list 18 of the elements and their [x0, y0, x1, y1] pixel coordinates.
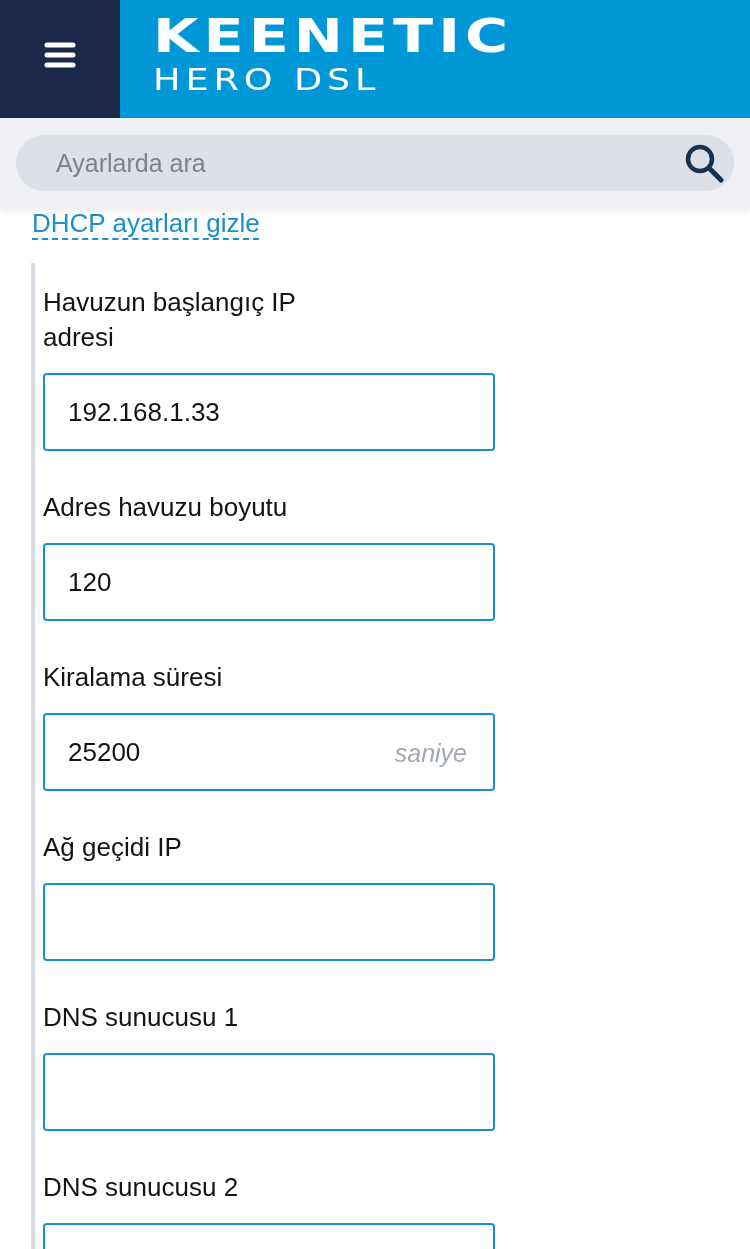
model-name: HERO DSL — [153, 64, 381, 96]
field-label: DNS sunucusu 1 — [43, 1001, 240, 1034]
hide-dhcp-settings-link[interactable]: DHCP ayarları gizle — [32, 207, 260, 239]
menu-button[interactable] — [0, 0, 120, 118]
field-label: Kiralama süresi — [43, 661, 224, 694]
field-label: DNS sunucusu 2 — [43, 1171, 240, 1204]
search-field[interactable]: Ayarlarda ara — [16, 135, 734, 191]
field-label: Havuzun başlangıç IP adresi — [43, 286, 297, 354]
text-field[interactable] — [43, 883, 495, 961]
unit-label: saniye — [394, 738, 467, 769]
search-icon[interactable] — [684, 143, 724, 183]
text-field[interactable]: 120 — [43, 543, 495, 621]
text-field[interactable] — [43, 1053, 495, 1131]
text-field[interactable]: 192.168.1.33 — [43, 373, 495, 451]
field-label: Ağ geçidi IP — [43, 831, 183, 864]
menu-icon — [44, 42, 76, 68]
brand-logo: KEENETIC — [153, 12, 514, 60]
field-label: Adres havuzu boyutu — [43, 491, 289, 524]
